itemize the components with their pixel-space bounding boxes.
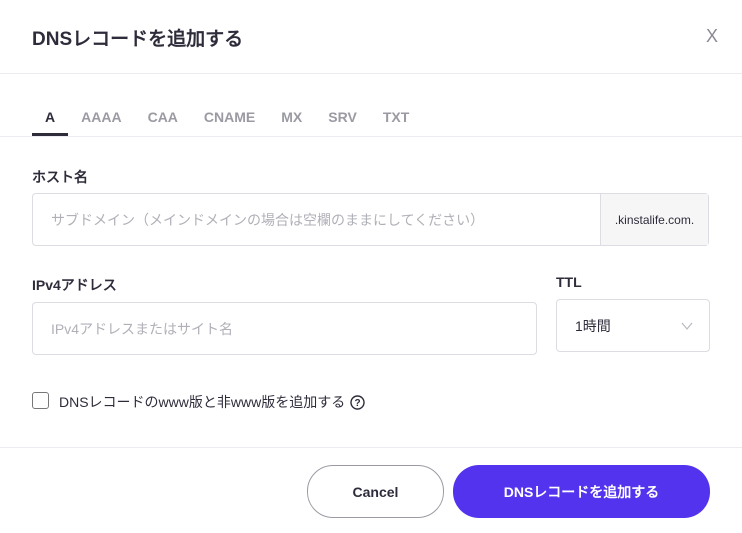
ttl-value: 1時間 — [575, 317, 611, 334]
tab-txt[interactable]: TXT — [370, 109, 422, 136]
ttl-select[interactable]: 1時間 — [556, 299, 710, 352]
tab-caa[interactable]: CAA — [135, 109, 191, 136]
add-dns-record-button[interactable]: DNSレコードを追加する — [453, 465, 710, 518]
svg-text:?: ? — [355, 398, 361, 409]
footer-divider — [0, 447, 742, 448]
ipv4-input[interactable]: IPv4アドレスまたはサイト名 — [32, 302, 537, 355]
tabs-divider — [0, 136, 742, 137]
tab-aaaa[interactable]: AAAA — [68, 109, 134, 136]
record-type-tabs: A AAAA CAA CNAME MX SRV TXT — [32, 109, 422, 136]
header-divider — [0, 73, 742, 74]
chevron-down-icon — [681, 322, 693, 330]
close-icon[interactable]: X — [706, 26, 718, 47]
ttl-label: TTL — [556, 274, 582, 290]
www-checkbox[interactable] — [32, 392, 49, 409]
host-input[interactable]: サブドメイン（メインドメインの場合は空欄のままにしてください） — [33, 194, 600, 245]
ipv4-label: IPv4アドレス — [32, 277, 117, 293]
tab-srv[interactable]: SRV — [315, 109, 370, 136]
host-label: ホスト名 — [32, 169, 88, 185]
tab-mx[interactable]: MX — [268, 109, 315, 136]
domain-suffix: .kinstalife.com. — [600, 194, 708, 245]
help-icon[interactable]: ? — [350, 394, 365, 410]
cancel-button[interactable]: Cancel — [307, 465, 444, 518]
www-checkbox-label[interactable]: DNSレコードのwww版と非www版を追加する — [59, 392, 345, 412]
tab-cname[interactable]: CNAME — [191, 109, 268, 136]
host-field: サブドメイン（メインドメインの場合は空欄のままにしてください） .kinstal… — [32, 193, 709, 246]
tab-a[interactable]: A — [32, 109, 69, 136]
dialog-title: DNSレコードを追加する — [32, 29, 244, 50]
www-checkbox-row: DNSレコードのwww版と非www版を追加する ? — [59, 392, 365, 412]
